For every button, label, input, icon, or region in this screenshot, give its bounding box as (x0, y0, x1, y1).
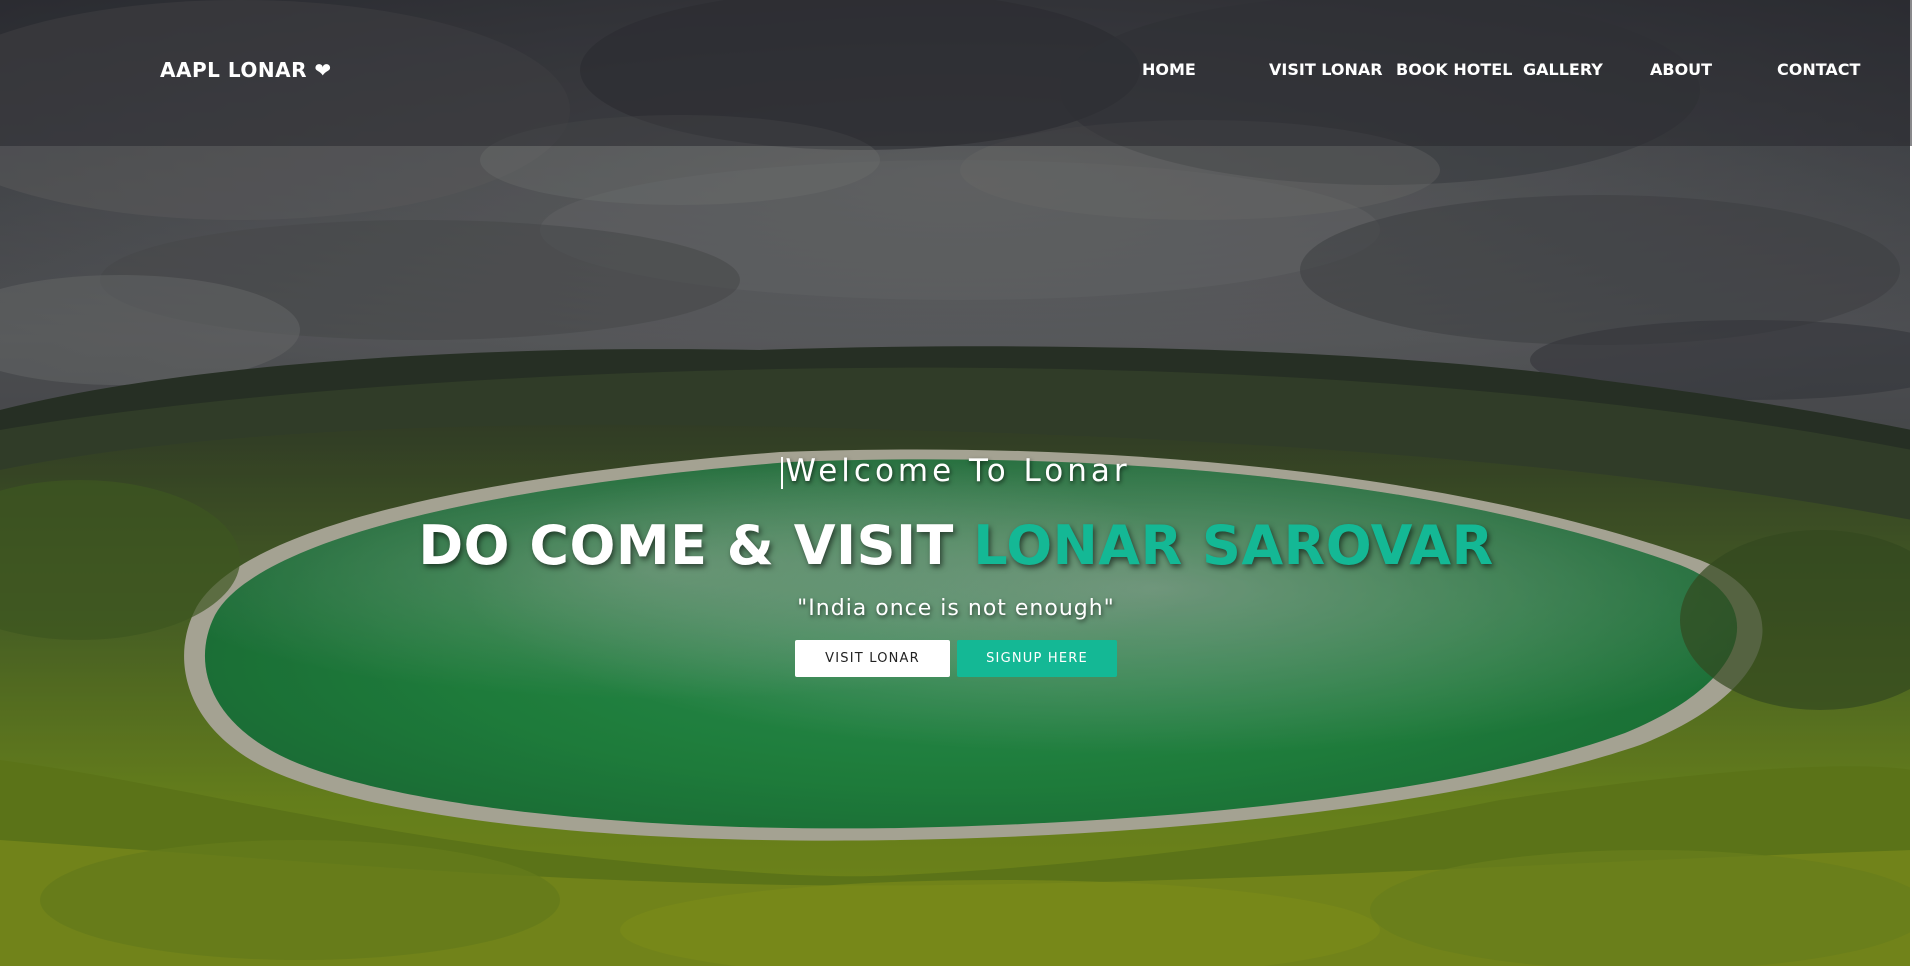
navbar: AAPL LONAR ❤ HOME VISIT LONAR BOOK HOTEL… (0, 0, 1912, 146)
nav-home[interactable]: HOME (1142, 60, 1196, 79)
nav-book-hotel[interactable]: BOOK HOTEL (1396, 60, 1512, 79)
hero-headline: DO COME & VISIT LONAR SAROVAR (0, 514, 1912, 578)
text-cursor (781, 456, 784, 489)
nav-visit-lonar[interactable]: VISIT LONAR (1269, 60, 1383, 79)
cta-buttons: VISIT LONAR SIGNUP HERE (0, 640, 1912, 677)
nav-gallery[interactable]: GALLERY (1523, 60, 1603, 79)
brand-logo[interactable]: AAPL LONAR ❤ (160, 58, 332, 82)
headline-accent: LONAR SAROVAR (973, 514, 1494, 577)
hero-tagline: "India once is not enough" (797, 596, 1115, 621)
welcome-label: Welcome To Lonar (785, 453, 1131, 489)
hero-content: Welcome To Lonar DO COME & VISIT LONAR S… (0, 448, 1912, 677)
page: AAPL LONAR ❤ HOME VISIT LONAR BOOK HOTEL… (0, 0, 1912, 966)
nav-contact[interactable]: CONTACT (1777, 60, 1860, 79)
visit-lonar-button[interactable]: VISIT LONAR (795, 640, 950, 677)
welcome-text: Welcome To Lonar (0, 448, 1912, 494)
signup-button[interactable]: SIGNUP HERE (957, 640, 1117, 677)
nav-about[interactable]: ABOUT (1650, 60, 1712, 79)
headline-prefix: DO COME & VISIT (418, 514, 974, 577)
